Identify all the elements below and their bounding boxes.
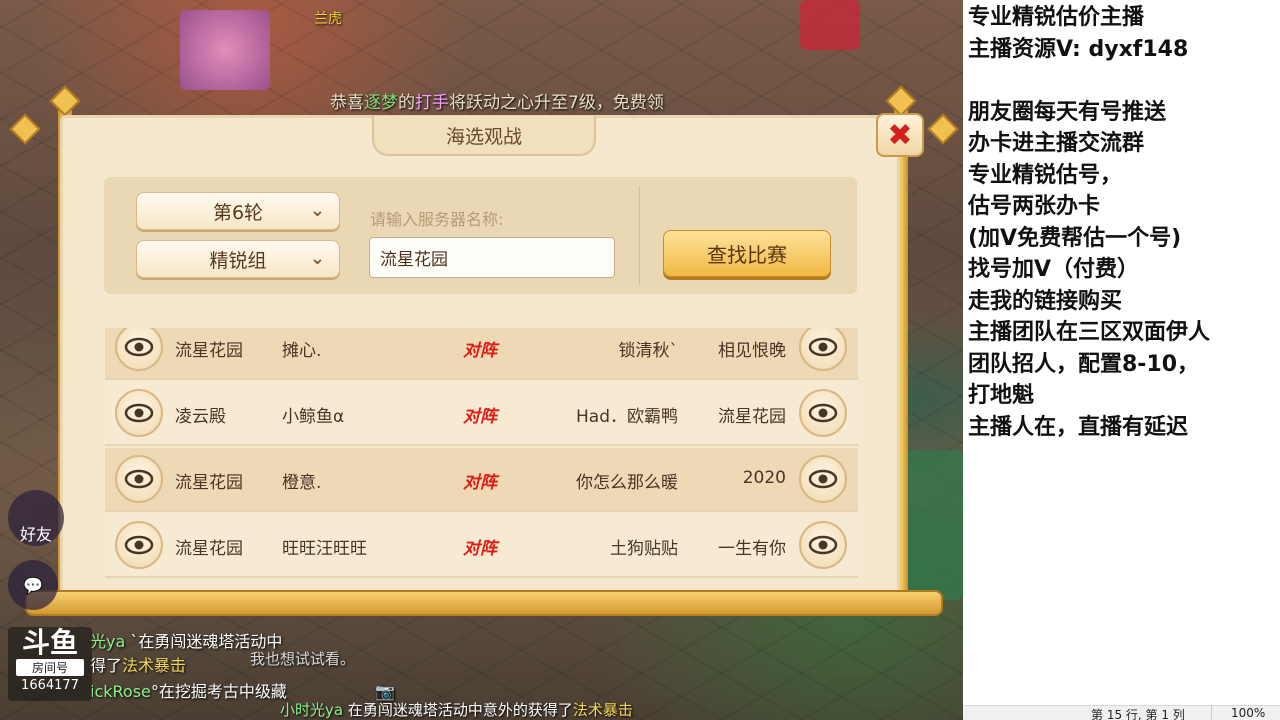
spectate-eye-icon[interactable]	[799, 455, 847, 503]
friends-label: 好友	[19, 525, 52, 544]
server-a: 凌云殿	[175, 407, 226, 427]
filter-divider	[639, 186, 640, 284]
pink-decoration	[180, 10, 270, 90]
red-lantern	[800, 0, 860, 50]
match-row: 流星花园 摊心. 对阵 锁清秋` 相见恨晚	[105, 328, 858, 380]
server-search-input[interactable]	[369, 237, 615, 278]
info-line: (加V免费帮估一个号)	[968, 225, 1182, 251]
player-b: 你怎么那么暖	[576, 473, 678, 493]
match-row: 凌云殿 小鲸鱼α 对阵 Had．欧霸鸭 流星花园	[105, 382, 858, 446]
status-separator	[1211, 706, 1212, 720]
spectate-eye-icon[interactable]	[115, 389, 163, 437]
dialog-title: 海选观战	[372, 116, 596, 156]
info-line: 主播团队在三区双面伊人	[968, 320, 1211, 345]
player-b: Had．欧霸鸭	[576, 407, 678, 427]
spectate-eye-icon[interactable]	[115, 328, 163, 371]
close-button[interactable]: ✖	[876, 113, 924, 157]
player-a: 旺旺汪旺旺	[282, 539, 367, 559]
streamer-info-panel[interactable]: 专业精锐估价主播 主播资源V: dyxf148 朋友圈每天有号推送 办卡进主播交…	[963, 0, 1280, 705]
broadcast-message: 恭喜逐梦的打手将跃动之心升至7级，免费领	[330, 93, 664, 113]
room-label: 房间号	[16, 659, 84, 676]
find-match-button[interactable]: 查找比赛	[663, 230, 831, 277]
info-line: 专业精锐估号，	[968, 162, 1123, 188]
spectate-eye-icon[interactable]	[115, 455, 163, 503]
speech-bubble: 我也想试试看。	[250, 650, 356, 668]
server-b: 一生有你	[718, 539, 786, 559]
vs-label: 对阵	[463, 341, 497, 361]
player-b: 土狗贴贴	[610, 539, 678, 559]
status-bar: 第 15 行, 第 1 列 100%	[963, 705, 1280, 720]
server-a: 流星花园	[175, 341, 243, 361]
chat-bubble-icon: 💬	[23, 575, 43, 595]
chat-line: 小时光ya 在勇闯迷魂塔活动中意外的获得了法术暴击	[280, 701, 633, 719]
group-dropdown[interactable]: 精锐组 ⌄	[136, 240, 340, 278]
room-id: 1664177	[21, 678, 79, 693]
chat-line: ickRose°在挖掘考古中级藏	[90, 682, 287, 701]
server-a: 流星花园	[175, 539, 243, 559]
player-a: 摊心.	[282, 341, 322, 361]
chat-line: 得了法术暴击	[90, 656, 187, 675]
info-line: 找号加V（付费）	[968, 257, 1140, 282]
group-dropdown-value: 精锐组	[209, 249, 267, 272]
cursor-position: 第 15 行, 第 1 列	[1091, 708, 1185, 720]
server-a: 流星花园	[175, 473, 243, 493]
game-viewport: 兰虎 恭喜逐梦的打手将跃动之心升至7级，免费领 海选观战 ✖ 第6轮 ⌄ 精锐组…	[0, 0, 963, 720]
info-line: 打地魁	[968, 383, 1035, 408]
chevron-down-icon: ⌄	[309, 248, 325, 269]
scroll-bottom-roller	[25, 590, 943, 616]
chevron-down-icon: ⌄	[309, 200, 325, 221]
spectate-eye-icon[interactable]	[115, 521, 163, 569]
round-dropdown-value: 第6轮	[212, 201, 264, 224]
close-icon: ✖	[887, 117, 913, 153]
info-line: 主播资源V: dyxf148	[968, 36, 1189, 62]
douyu-logo: 斗鱼 房间号 1664177	[8, 627, 92, 701]
zoom-level[interactable]: 100%	[1231, 706, 1265, 720]
info-line: 办卡进主播交流群	[968, 131, 1145, 156]
player-a: 小鲸鱼α	[282, 407, 345, 427]
player-b: 锁清秋`	[618, 341, 679, 361]
chat-button[interactable]: 💬	[8, 560, 58, 610]
info-line: 专业精锐估价主播	[968, 5, 1145, 30]
spectate-eye-icon[interactable]	[799, 328, 847, 371]
round-dropdown[interactable]: 第6轮 ⌄	[136, 192, 340, 230]
spectate-eye-icon[interactable]	[799, 389, 847, 437]
info-line: 团队招人，配置8-10，	[968, 351, 1200, 377]
brand-text: 斗鱼	[21, 626, 78, 659]
info-line: 走我的链接购买	[968, 288, 1123, 314]
match-row: 流星花园 橙意. 对阵 你怎么那么暖 2020	[105, 448, 858, 512]
vs-label: 对阵	[463, 407, 497, 427]
spectate-eye-icon[interactable]	[799, 521, 847, 569]
friends-button[interactable]: 好友	[8, 490, 64, 546]
info-line: 朋友圈每天有号推送	[968, 99, 1167, 125]
match-list[interactable]: 流星花园 摊心. 对阵 锁清秋` 相见恨晚 凌云殿 小鲸鱼α 对阵 Had．欧霸…	[105, 328, 858, 582]
server-search-label: 请输入服务器名称:	[370, 210, 504, 229]
match-row: 流星花园 旺旺汪旺旺 对阵 土狗贴贴 一生有你	[105, 514, 858, 578]
vs-label: 对阵	[463, 473, 497, 493]
player-a: 橙意.	[282, 473, 322, 493]
character-name: 兰虎	[314, 11, 342, 27]
info-line: 估号两张办卡	[968, 194, 1101, 219]
server-b: 相见恨晚	[718, 341, 786, 361]
server-b: 2020	[742, 468, 786, 488]
vs-label: 对阵	[463, 539, 497, 559]
server-b: 流星花园	[718, 407, 786, 427]
info-line: 主播人在，直播有延迟	[968, 414, 1189, 440]
camera-icon[interactable]: 📷	[375, 682, 395, 701]
